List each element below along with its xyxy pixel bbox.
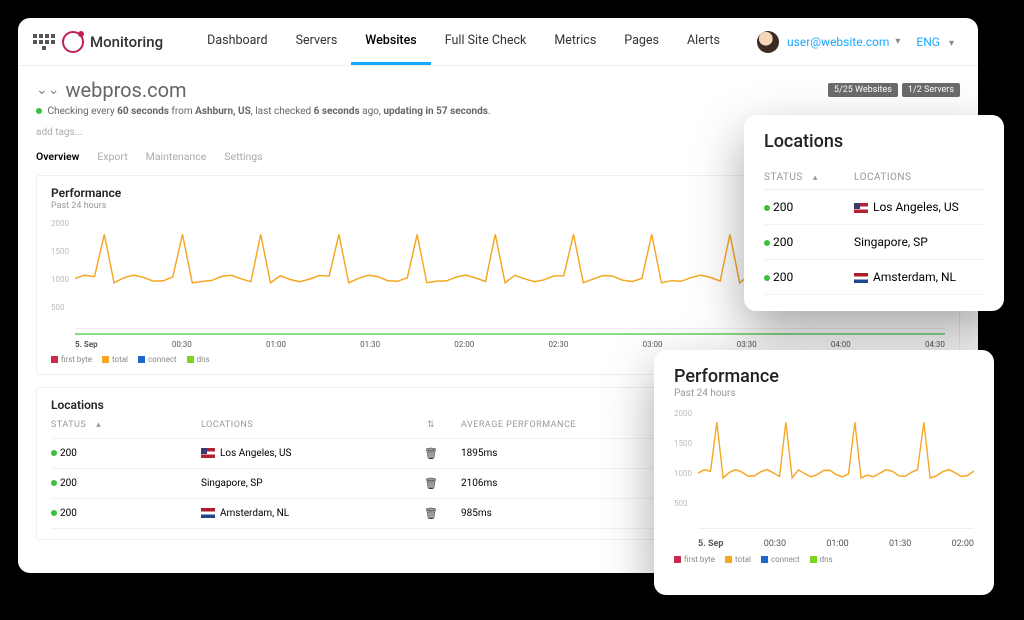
status-dot-icon bbox=[764, 240, 770, 246]
flag-icon bbox=[854, 273, 868, 283]
nav-tab-dashboard[interactable]: Dashboard bbox=[193, 18, 281, 65]
status-dot-icon bbox=[764, 275, 770, 281]
sort-icon[interactable]: ⇅ bbox=[401, 420, 461, 430]
subtab-overview[interactable]: Overview bbox=[36, 150, 79, 163]
popover-title: Performance bbox=[674, 366, 974, 387]
language-switcher[interactable]: ENG ▾ bbox=[916, 35, 960, 49]
chart-legend: first byte total connect dns bbox=[674, 555, 974, 564]
subtab-settings[interactable]: Settings bbox=[224, 150, 262, 163]
table-row[interactable]: 200Singapore, SP bbox=[764, 225, 984, 260]
locations-popover: Locations STATUS▴ LOCATIONS 200Los Angel… bbox=[744, 115, 1004, 311]
x-axis: 5. Sep00:3001:0001:3002:0002:3003:0003:3… bbox=[75, 340, 945, 349]
user-menu[interactable]: user@website.com ▾ bbox=[757, 31, 906, 53]
time-scrubber[interactable] bbox=[75, 333, 945, 335]
popover-title: Locations bbox=[764, 131, 984, 152]
collapse-icon[interactable]: ⌄⌄ bbox=[36, 82, 59, 98]
site-title: webpros.com bbox=[65, 78, 186, 102]
status-dot-icon bbox=[36, 108, 42, 114]
nav-tab-servers[interactable]: Servers bbox=[282, 18, 352, 65]
quota-badges: 5/25 Websites 1/2 Servers bbox=[828, 83, 960, 97]
top-nav: Monitoring DashboardServersWebsitesFull … bbox=[18, 18, 978, 66]
sort-caret-icon[interactable]: ▴ bbox=[96, 420, 101, 430]
nav-tab-websites[interactable]: Websites bbox=[351, 18, 430, 65]
trash-icon[interactable]: 🗑 bbox=[424, 447, 438, 460]
badge-servers: 1/2 Servers bbox=[902, 83, 960, 97]
subtab-export[interactable]: Export bbox=[97, 150, 127, 163]
user-email: user@website.com bbox=[787, 35, 889, 49]
flag-icon bbox=[201, 448, 215, 458]
x-axis: 5. Sep00:3001:0001:3002:00 bbox=[698, 539, 974, 549]
chevron-down-icon: ▾ bbox=[895, 36, 900, 47]
trash-icon[interactable]: 🗑 bbox=[424, 477, 438, 490]
logo-icon bbox=[62, 31, 84, 53]
status-dot-icon bbox=[51, 450, 57, 456]
table-row[interactable]: 200Amsterdam, NL bbox=[764, 260, 984, 295]
nav-tab-alerts[interactable]: Alerts bbox=[673, 18, 734, 65]
trash-icon[interactable]: 🗑 bbox=[424, 507, 438, 520]
flag-icon bbox=[854, 203, 868, 213]
subtab-maintenance[interactable]: Maintenance bbox=[146, 150, 207, 163]
popover-subtitle: Past 24 hours bbox=[674, 388, 974, 399]
nav-tab-metrics[interactable]: Metrics bbox=[540, 18, 610, 65]
chart-svg bbox=[698, 409, 974, 529]
nav-tabs: DashboardServersWebsitesFull Site CheckM… bbox=[193, 18, 734, 65]
avatar bbox=[757, 31, 779, 53]
mini-chart[interactable]: 2000 1500 1000 500 5. Sep00:3001:0001:30… bbox=[674, 409, 974, 549]
status-dot-icon bbox=[51, 510, 57, 516]
table-row[interactable]: 200Los Angeles, US bbox=[764, 190, 984, 225]
flag-icon bbox=[201, 508, 215, 518]
badge-websites: 5/25 Websites bbox=[828, 83, 898, 97]
chevron-down-icon: ▾ bbox=[949, 38, 954, 49]
table-header: STATUS▴ LOCATIONS bbox=[764, 166, 984, 190]
performance-popover: Performance Past 24 hours 2000 1500 1000… bbox=[654, 350, 994, 595]
nav-tab-full-site-check[interactable]: Full Site Check bbox=[431, 18, 541, 65]
brand[interactable]: Monitoring bbox=[62, 31, 163, 53]
status-dot-icon bbox=[51, 480, 57, 486]
apps-grid-icon[interactable] bbox=[32, 33, 56, 51]
status-dot-icon bbox=[764, 205, 770, 211]
sort-caret-icon[interactable]: ▴ bbox=[813, 173, 818, 183]
brand-text: Monitoring bbox=[90, 33, 163, 51]
nav-tab-pages[interactable]: Pages bbox=[610, 18, 673, 65]
